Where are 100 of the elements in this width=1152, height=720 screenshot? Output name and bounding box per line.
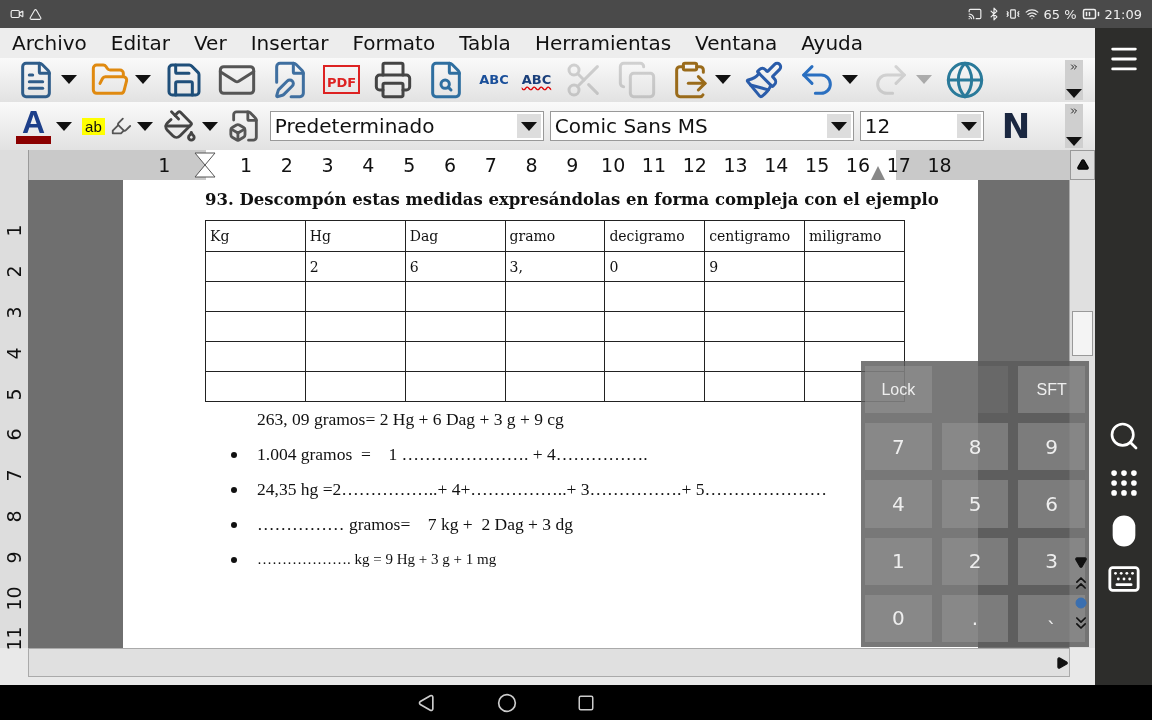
paint-bucket-icon [162, 109, 197, 144]
table-cell: 9 [704, 251, 805, 282]
dropdown-caret-icon [960, 121, 977, 131]
scroll-up-button[interactable] [1070, 150, 1095, 181]
ruler-number: 16 [845, 153, 871, 179]
dropdown-caret-icon [520, 121, 537, 131]
scrollbar-thumb[interactable] [1072, 311, 1093, 357]
font-name-dropdown[interactable]: Comic Sans MS [549, 111, 854, 142]
right-arrow-icon[interactable] [1055, 655, 1069, 670]
keypad-key[interactable]: SFT [1018, 366, 1085, 414]
exercise-heading: 93. Descompón estas medidas expresándolas en forma compleja con el ejemplo [205, 190, 940, 212]
toolbar-button[interactable]: PDF [321, 65, 363, 95]
exercise-line: 24,35 hg =2……………..+ 4+……………..+ 3…………….+ 5………………… [257, 479, 827, 501]
ruler-number: 11 [2, 625, 26, 653]
indent-marker-icon[interactable] [194, 152, 217, 179]
ruler-number: 2 [280, 153, 293, 179]
ruler-number: 7 [484, 153, 497, 179]
chevrons-right-icon [1069, 61, 1079, 72]
table-cell: 6 [405, 251, 506, 282]
table-cell: 0 [604, 251, 705, 282]
scroll-down-button[interactable] [1074, 555, 1088, 569]
toolbar-button[interactable]: ABC [519, 72, 554, 88]
ruler-number: 9 [566, 153, 579, 179]
exercise-line: ………………. kg = 9 Hg + 3 g + 1 mg [257, 551, 497, 569]
right-indent-marker-icon[interactable] [871, 166, 885, 181]
battery-percent: 65 % [1043, 6, 1077, 22]
chevrons-right-icon [1069, 106, 1079, 117]
triangle-icon [29, 7, 42, 21]
ruler-number: 2 [2, 264, 26, 280]
ruler-number: 11 [641, 153, 667, 179]
video-icon [10, 7, 24, 21]
table-header-cell: centigramo [704, 220, 805, 252]
ruler-number: 10 [2, 584, 26, 612]
copy-icon [617, 59, 658, 100]
ruler-number: 4 [362, 153, 375, 179]
ruler-number: 10 [601, 153, 626, 179]
keypad-key[interactable]: 9 [1018, 423, 1085, 471]
dropdown-caret-icon [830, 121, 847, 131]
dropdown-caret-icon [56, 121, 73, 131]
recents-button[interactable] [577, 693, 595, 712]
menu-item[interactable]: Tabla [447, 30, 523, 55]
dropdown-caret-icon [201, 121, 218, 131]
ruler-number: 8 [525, 153, 538, 179]
font-size-dropdown[interactable]: 12 [859, 111, 984, 142]
horizontal-scrollbar[interactable] [28, 648, 1070, 678]
table-header-cell: Hg [305, 220, 406, 252]
ruler-number: 12 [682, 153, 707, 179]
dot-icon [1075, 597, 1087, 609]
wifi-icon [1024, 7, 1039, 21]
ruler-number: 7 [2, 468, 26, 484]
ruler-number: 13 [723, 153, 748, 179]
dropdown-caret-icon [136, 121, 153, 131]
toolbar-overflow[interactable] [1065, 59, 1083, 101]
toolbar-overflow[interactable] [1065, 104, 1083, 149]
bold-button[interactable]: N [1001, 106, 1031, 147]
menu-item[interactable]: Archivo [0, 30, 99, 55]
table-cell: 2 [305, 251, 406, 282]
ruler-number: 6 [2, 427, 26, 443]
paragraph-style-dropdown[interactable]: Predeterminado [269, 111, 544, 142]
menu-item[interactable]: Ver [182, 30, 239, 55]
ruler-number: 8 [2, 509, 26, 525]
printer-icon [373, 59, 414, 100]
back-button[interactable] [417, 692, 437, 713]
menu-item[interactable]: Ventana [683, 30, 790, 55]
keypad-key[interactable]: ` [1018, 594, 1085, 642]
highlight-button[interactable]: ab [80, 115, 155, 138]
ruler-number: 14 [764, 153, 789, 179]
keypad-key[interactable]: 6 [1018, 480, 1085, 528]
keypad-key[interactable]: 3 [1018, 537, 1085, 585]
globe-icon [945, 59, 986, 100]
ruler-number: 18 [927, 153, 952, 179]
ruler-number: 5 [403, 153, 416, 179]
exercise-line: 263, 09 gramos= 2 Hg + 6 Dag + 3 g + 9 cg [257, 409, 564, 431]
menu-item[interactable]: Insertar [238, 30, 341, 55]
clock: 21:09 [1104, 6, 1142, 22]
ruler-number: 17 [886, 153, 911, 179]
exercise-line: …………… gramos= 7 kg + 2 Dag + 3 dg [257, 514, 573, 536]
ruler-number: 6 [443, 153, 456, 179]
ruler-number: 1 [239, 153, 253, 179]
table-header-cell: decigramo [604, 220, 705, 252]
up-arrow-icon [1075, 158, 1090, 173]
table-header-cell: Dag [405, 220, 506, 252]
vibrate-icon [1005, 7, 1020, 21]
menu-item[interactable]: Editar [98, 30, 182, 55]
home-button[interactable] [497, 692, 517, 713]
exercise-line: 1.004 gramos = 1 …………………. + 4……………. [257, 444, 648, 466]
paintbrush-icon [744, 59, 785, 100]
cast-icon [967, 7, 982, 21]
menu-item[interactable]: Formato [340, 30, 448, 55]
table-cell: 3, [505, 251, 605, 282]
table-header-cell: miligramo [804, 220, 905, 252]
ruler-number: 3 [321, 153, 334, 179]
ruler-number: 15 [805, 153, 830, 179]
ruler-number: 3 [2, 305, 26, 321]
menu-item[interactable]: Herramientas [522, 30, 684, 55]
toolbar-button[interactable]: ABC [477, 72, 511, 88]
ruler-number: 9 [2, 550, 26, 566]
menu-item[interactable]: Ayuda [789, 30, 876, 55]
down-arrow-icon [1074, 555, 1088, 569]
ruler-number: 5 [2, 387, 26, 403]
